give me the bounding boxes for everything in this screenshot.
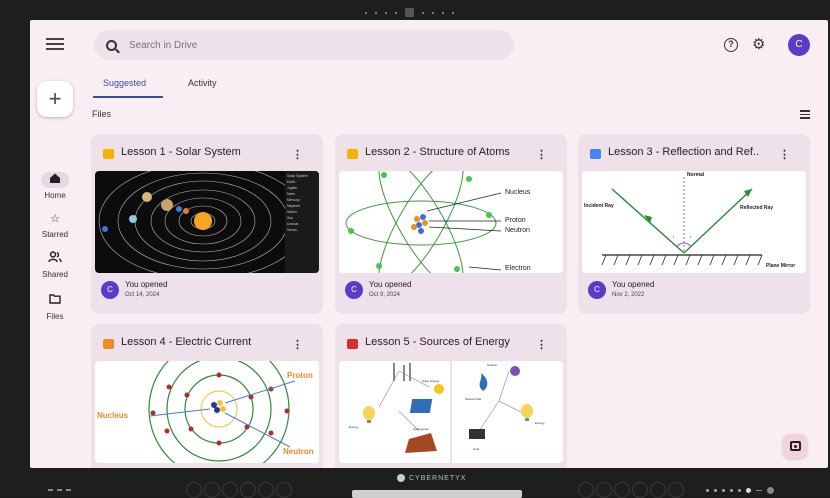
activity-date: Nov 2, 2022 [612,292,645,298]
tab-indicator [93,96,163,98]
camera-icon [789,441,801,451]
nav-label-starred: Starred [41,230,69,239]
nav-item-starred[interactable]: ☆ Starred [30,211,80,239]
nav-item-home[interactable]: Home [30,172,80,200]
more-options-icon[interactable]: ⋮ [292,148,303,161]
pdf-icon [347,339,358,349]
planet-legend: Solar System Earth Jupiter Mars Mercury … [287,173,308,233]
file-card[interactable]: Lesson 5 - Sources of Energy ⋮ Solar Ene… [335,324,567,468]
more-options-icon[interactable]: ⋮ [779,148,790,161]
nav-rail: + Home ☆ Starred Shared Files [30,20,80,468]
bezel-indicator [48,489,71,491]
normal-label: Normal [687,172,705,178]
menu-icon[interactable] [46,38,64,52]
more-options-icon[interactable]: ⋮ [292,338,303,351]
file-card[interactable]: Lesson 1 - Solar System ⋮ Solar System E… [91,134,323,314]
device-controls [706,487,774,494]
brand-icon [397,474,405,482]
file-title: Lesson 3 - Reflection and Ref.. [608,146,760,158]
account-avatar[interactable]: C [788,34,810,56]
nucleus-label: Nucleus [505,189,531,196]
shared-icon [41,251,69,267]
energy-label: Solar Energy [422,379,440,383]
nav-label-files: Files [46,312,64,321]
office-file-icon [103,339,114,349]
energy-label: Hydropower [413,427,430,431]
energy-label: Coal [473,447,480,451]
electron-label: Electron [505,265,531,272]
file-thumbnail: Nucleus Proton Neutron Electron [339,171,563,273]
file-thumbnail: Proton Nucleus Neutron [95,361,319,463]
angle-r-label: r [690,234,692,239]
nav-item-files[interactable]: Files [30,293,80,321]
file-title: Lesson 4 - Electric Current [121,336,252,348]
neutron-label: Neutron [505,227,530,234]
more-options-icon[interactable]: ⋮ [536,148,547,161]
angle-i-label: i [673,234,674,239]
list-view-icon[interactable] [800,110,810,119]
file-thumbnail: Solar System Earth Jupiter Mars Mercury … [95,171,319,273]
activity-text: You opened [125,280,168,289]
gear-icon[interactable]: ⚙ [752,35,765,53]
activity-text: You opened [612,280,655,289]
docs-icon [590,149,601,159]
page-indicator [365,8,454,17]
file-card[interactable]: Lesson 4 - Electric Current ⋮ Proton Nuc… [91,324,323,468]
search-icon [106,39,117,51]
file-title: Lesson 1 - Solar System [121,146,241,158]
avatar: C [345,281,363,299]
reflected-ray-label: Reflected Ray [740,205,774,211]
activity-date: Oct 14, 2024 [125,292,160,298]
search-input[interactable] [129,39,429,51]
file-title: Lesson 2 - Structure of Atoms [365,146,510,158]
energy-label: Nuclear [487,363,498,367]
new-button[interactable]: + [37,81,73,117]
scan-button[interactable] [783,434,807,458]
plane-mirror-label: Plane Mirror [766,263,796,269]
energy-label: Energy [349,425,359,429]
activity-date: Oct 9, 2024 [369,292,401,298]
help-icon[interactable]: ? [724,38,738,52]
tablet-bezel: + Home ☆ Starred Shared Files Search in … [0,0,830,498]
file-thumbnail: Solar Energy Nuclear Natural Gas Hydropo… [339,361,563,463]
proton-label: Proton [287,371,313,380]
slides-icon [347,149,358,159]
nav-label-shared: Shared [42,270,68,279]
nucleus-label: Nucleus [97,411,129,420]
drive-screen: + Home ☆ Starred Shared Files Search in … [30,20,828,468]
file-thumbnail: Normal Incident Ray Reflected Ray Plane … [582,171,806,273]
file-card[interactable]: Lesson 3 - Reflection and Ref.. ⋮ Normal… [578,134,810,314]
incident-ray-label: Incident Ray [584,203,614,209]
more-options-icon[interactable]: ⋮ [536,338,547,351]
avatar: C [101,281,119,299]
section-title: Files [92,109,112,119]
neutron-label: Neutron [283,447,314,456]
home-icon [41,172,69,188]
device-slot [352,490,522,498]
brand-logo: CYBERNETYX [397,474,466,482]
folder-icon [41,293,69,309]
file-title: Lesson 5 - Sources of Energy [365,336,510,348]
avatar: C [588,281,606,299]
file-card[interactable]: Lesson 2 - Structure of Atoms ⋮ Nucleus … [335,134,567,314]
slides-icon [103,149,114,159]
legend-item: Venus [287,228,297,232]
nav-label-home: Home [44,191,66,200]
star-icon: ☆ [50,213,60,225]
tab-suggested[interactable]: Suggested [103,78,146,88]
activity-text: You opened [369,280,412,289]
search-bar[interactable] [94,30,514,60]
proton-label: Proton [505,217,526,224]
nav-item-shared[interactable]: Shared [30,251,80,279]
brand-name: CYBERNETYX [409,474,467,482]
energy-label: Energy [535,421,545,425]
energy-label: Natural Gas [465,397,482,401]
tab-activity[interactable]: Activity [188,78,217,88]
